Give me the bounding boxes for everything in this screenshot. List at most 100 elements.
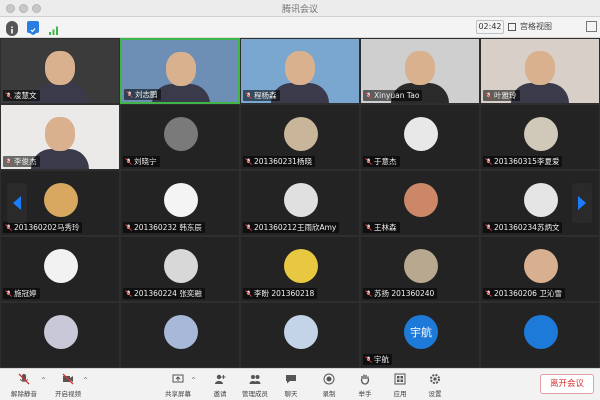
meeting-timer: 02:42: [476, 20, 504, 34]
participant-avatar: [284, 315, 318, 349]
microphone-muted-icon: [125, 158, 132, 165]
participant-tile[interactable]: [120, 302, 240, 368]
participant-tile[interactable]: [480, 302, 600, 368]
participant-tile[interactable]: 201360212王雨欣Amy: [240, 170, 360, 236]
participant-avatar: [404, 183, 438, 217]
participant-nametag: 宇航: [363, 354, 392, 365]
participant-tile[interactable]: 于意杰: [360, 104, 480, 170]
participant-nametag: 施冠婷: [3, 288, 40, 299]
participant-name: 201360202马秀玲: [14, 223, 80, 232]
shield-icon[interactable]: [27, 21, 39, 35]
participant-tile[interactable]: 李盼 201360218: [240, 236, 360, 302]
microphone-muted-icon: [5, 92, 12, 99]
participant-name: 施冠婷: [14, 289, 37, 298]
participant-tile[interactable]: 李俊杰: [0, 104, 120, 170]
camera-off-icon: [62, 373, 74, 385]
participant-nametag: 苏扬 201360240: [363, 288, 438, 299]
participant-tile[interactable]: 苏扬 201360240: [360, 236, 480, 302]
microphone-muted-icon: [245, 290, 252, 297]
microphone-muted-icon: [5, 224, 12, 231]
participant-nametag: 201360231杨晓: [243, 156, 315, 167]
participant-tile[interactable]: 宇航 宇航: [360, 302, 480, 368]
microphone-muted-icon: [5, 158, 12, 165]
participant-name: 刘志鹏: [135, 90, 158, 99]
participant-tile[interactable]: 刘志鹏: [120, 38, 240, 104]
microphone-muted-icon: [5, 290, 12, 297]
settings-label: 设置: [428, 390, 442, 398]
share-options-caret[interactable]: ^: [191, 377, 196, 384]
participant-name: 李俊杰: [14, 157, 37, 166]
participant-name: 201360234苏炳文: [494, 223, 560, 232]
participant-tile[interactable]: [0, 302, 120, 368]
share-screen-button[interactable]: 共享屏幕: [158, 371, 198, 399]
participant-avatar: [404, 249, 438, 283]
participant-tile[interactable]: Xinyuan Tao: [360, 38, 480, 104]
participant-tile[interactable]: [240, 302, 360, 368]
participant-avatar: [44, 315, 78, 349]
start-video-button[interactable]: 开启视频: [48, 371, 88, 399]
microphone-muted-icon: [245, 224, 252, 231]
participant-avatar: [164, 183, 198, 217]
info-icon[interactable]: [6, 21, 18, 36]
participant-nametag: 程杨森: [243, 90, 280, 101]
microphone-muted-icon: [365, 356, 372, 363]
participant-tile[interactable]: 王林森: [360, 170, 480, 236]
microphone-muted-icon: [485, 224, 492, 231]
person-torso: [31, 149, 89, 169]
participant-nametag: 刘晓宁: [123, 156, 160, 167]
participant-avatar: [524, 249, 558, 283]
previous-page-button[interactable]: [7, 183, 27, 223]
settings-button[interactable]: 设置: [415, 371, 455, 399]
microphone-muted-icon: [485, 290, 492, 297]
participant-name: 201360212王雨欣Amy: [254, 223, 337, 232]
participant-tile[interactable]: 201360232 韩东辰: [120, 170, 240, 236]
participant-name: 201360206 卫沁雪: [494, 289, 562, 298]
participant-tile[interactable]: 叶雅玲: [480, 38, 600, 104]
participant-tile[interactable]: 201360231杨晓: [240, 104, 360, 170]
unmute-button[interactable]: 解除静音: [4, 371, 44, 399]
participant-name: 201360231杨晓: [254, 157, 312, 166]
participant-nametag: 凌慧文: [3, 90, 40, 101]
share-screen-icon: [172, 374, 184, 383]
meeting-bottom-toolbar: 解除静音 ^ 开启视频 ^ 共享屏幕 ^ 邀请 管理成员 聊天 录制 举手 应用…: [0, 368, 600, 400]
fullscreen-icon[interactable]: [586, 21, 597, 32]
participant-tile[interactable]: 施冠婷: [0, 236, 120, 302]
signal-strength-icon[interactable]: [48, 21, 60, 35]
participant-nametag: Xinyuan Tao: [363, 90, 423, 101]
participant-tile[interactable]: 程杨森: [240, 38, 360, 104]
participant-nametag: 于意杰: [363, 156, 400, 167]
microphone-muted-icon: [365, 158, 372, 165]
audio-options-caret[interactable]: ^: [41, 377, 46, 384]
person-torso: [271, 83, 329, 103]
participant-avatar: [524, 117, 558, 151]
person-torso: [31, 83, 89, 103]
participant-name: 苏扬 201360240: [374, 289, 435, 298]
participant-nametag: 201360212王雨欣Amy: [243, 222, 340, 233]
participant-tile[interactable]: 凌慧文: [0, 38, 120, 104]
participant-name: 凌慧文: [14, 91, 37, 100]
leave-meeting-button[interactable]: 离开会议: [540, 374, 594, 394]
gallery-view-button[interactable]: 宫格视图: [508, 20, 552, 34]
next-page-button[interactable]: [572, 183, 592, 223]
participant-avatar: [44, 183, 78, 217]
microphone-muted-icon: [245, 158, 252, 165]
participant-avatar: [284, 249, 318, 283]
start-video-label: 开启视频: [55, 390, 81, 398]
participant-tile[interactable]: 201360315李夏爱: [480, 104, 600, 170]
apps-icon: [394, 373, 406, 385]
window-title: 腾讯会议: [281, 5, 318, 15]
microphone-muted-icon: [125, 224, 132, 231]
arrow-left-icon: [13, 196, 21, 210]
microphone-muted-icon: [126, 91, 133, 98]
microphone-muted-icon: [365, 92, 372, 99]
participant-nametag: 王林森: [363, 222, 400, 233]
participant-avatar: [284, 117, 318, 151]
participant-avatar: [404, 117, 438, 151]
participant-tile[interactable]: 201360206 卫沁雪: [480, 236, 600, 302]
video-options-caret[interactable]: ^: [83, 377, 88, 384]
avatar-initials: 宇航: [410, 326, 432, 339]
participant-tile[interactable]: 201360224 张奕融: [120, 236, 240, 302]
person-figure: [45, 51, 75, 85]
participant-name: 李盼 201360218: [254, 289, 315, 298]
participant-tile[interactable]: 刘晓宁: [120, 104, 240, 170]
